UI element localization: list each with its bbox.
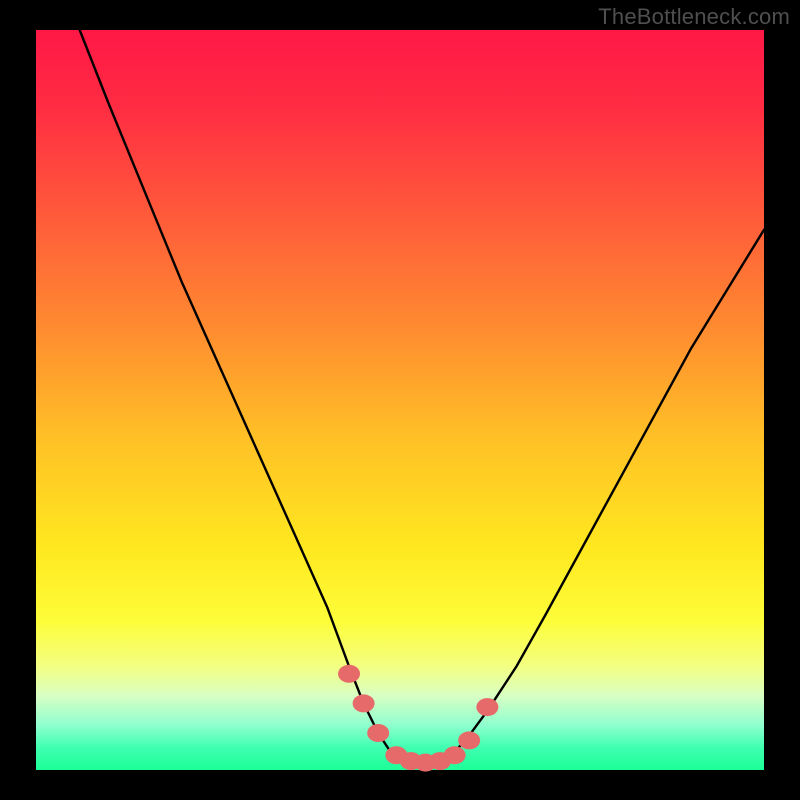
curve-marker bbox=[476, 698, 498, 716]
chart-frame: TheBottleneck.com bbox=[0, 0, 800, 800]
curve-marker bbox=[458, 731, 480, 749]
curve-marker bbox=[338, 665, 360, 683]
watermark-text: TheBottleneck.com bbox=[598, 4, 790, 30]
curve-marker bbox=[444, 746, 466, 764]
curve-marker bbox=[353, 694, 375, 712]
chart-svg bbox=[0, 0, 800, 800]
gradient-background bbox=[36, 30, 764, 770]
curve-marker bbox=[367, 724, 389, 742]
